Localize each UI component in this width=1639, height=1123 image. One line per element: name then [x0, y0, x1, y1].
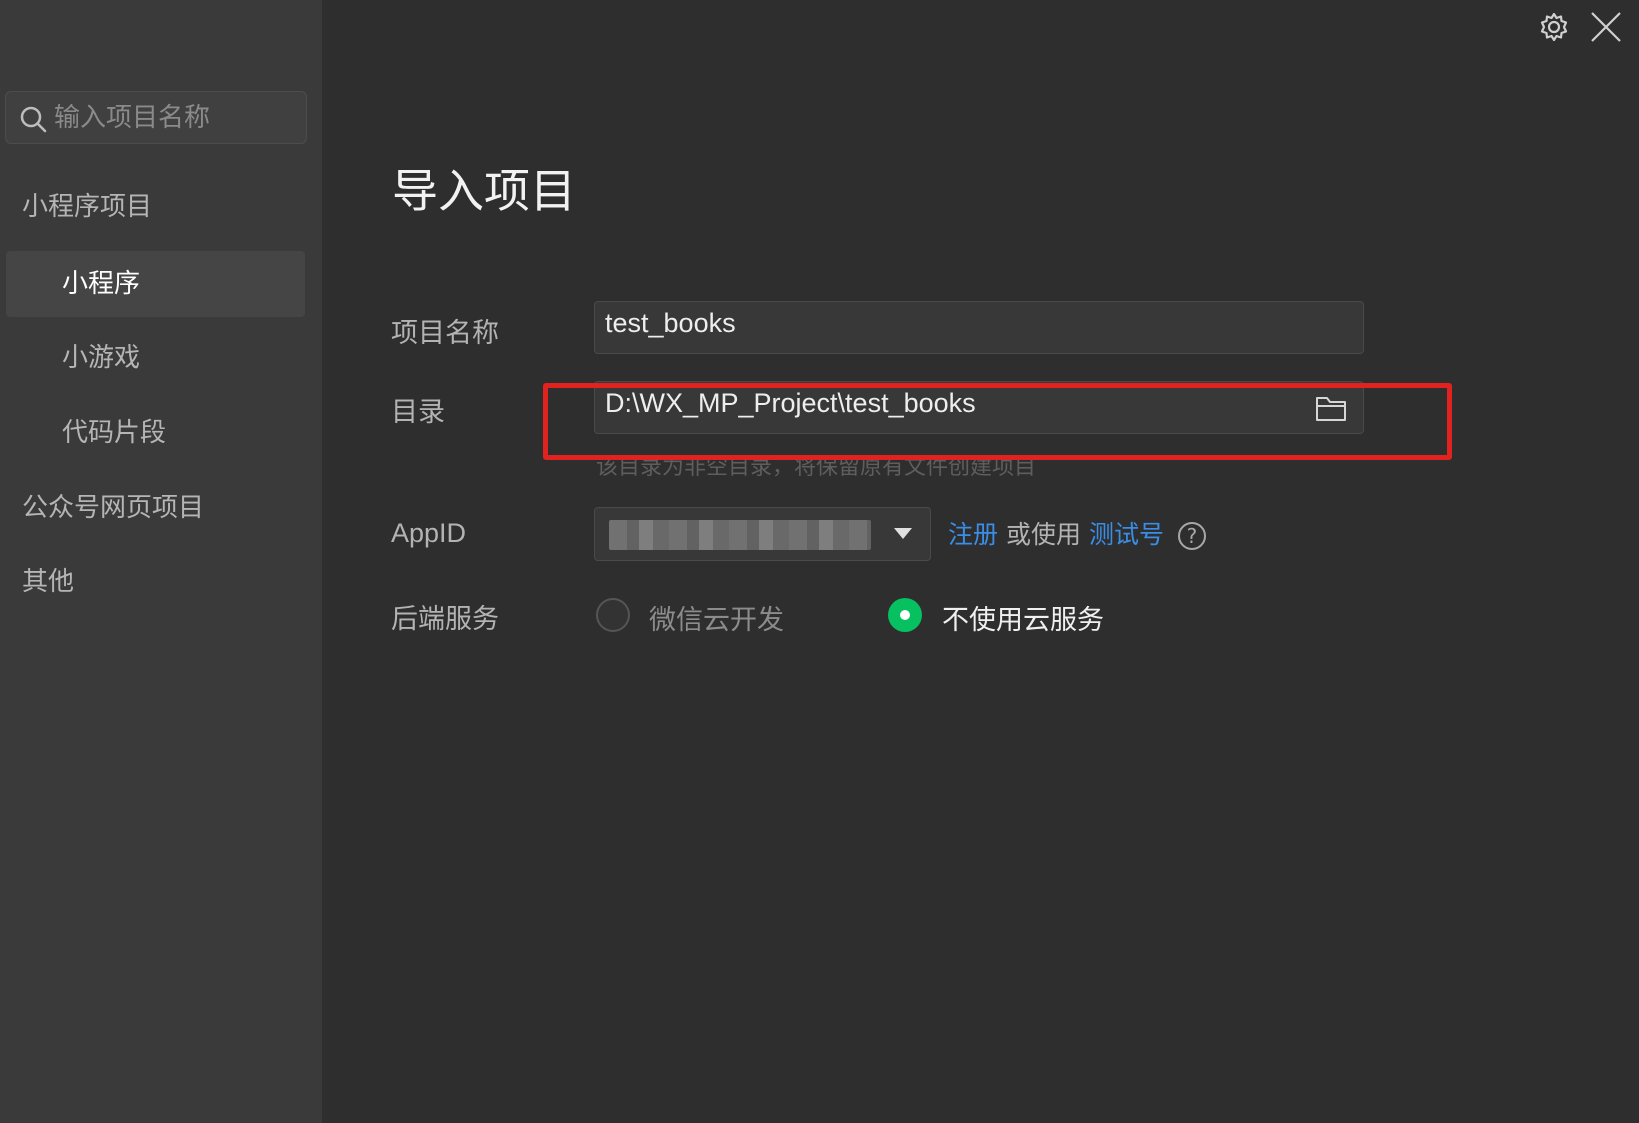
search-input[interactable]	[54, 100, 294, 136]
appid-select[interactable]	[594, 507, 931, 561]
directory-value: D:\WX_MP_Project\test_books	[605, 388, 976, 418]
search-icon	[20, 106, 47, 133]
sidebar-active-highlight	[6, 251, 305, 317]
help-icon[interactable]: ?	[1177, 522, 1206, 550]
sidebar: 小程序项目 小程序 小游戏 代码片段 公众号网页项目 其他	[0, 0, 322, 1123]
directory-hint: 该目录为非空目录，将保留原有文件创建项目	[596, 455, 1037, 480]
radio-no-cloud[interactable]	[888, 598, 922, 632]
sidebar-item-minigame[interactable]: 小游戏	[62, 340, 140, 376]
sidebar-group-official-account[interactable]: 公众号网页项目	[22, 490, 204, 526]
appid-label: AppID	[391, 518, 467, 548]
test-account-link[interactable]: 测试号	[1089, 520, 1164, 549]
radio-no-cloud-label[interactable]: 不使用云服务	[942, 598, 1104, 637]
directory-field[interactable]: D:\WX_MP_Project\test_books	[594, 381, 1364, 434]
sidebar-group-other[interactable]: 其他	[22, 564, 74, 600]
sidebar-item-code-snippet[interactable]: 代码片段	[62, 415, 166, 451]
folder-icon[interactable]	[1315, 394, 1347, 422]
chevron-down-icon[interactable]	[894, 528, 912, 539]
radio-cloud-dev[interactable]	[596, 598, 630, 632]
backend-label: 后端服务	[391, 604, 499, 635]
appid-blurred-value	[609, 520, 871, 550]
project-name-label: 项目名称	[391, 318, 499, 349]
or-use-text: 或使用	[1005, 520, 1081, 549]
gear-icon[interactable]	[1537, 10, 1571, 44]
sidebar-item-miniprogram[interactable]: 小程序	[62, 266, 140, 302]
appid-links: 注册 或使用 测试号 ?	[948, 515, 1206, 551]
directory-label: 目录	[391, 397, 445, 428]
search-box[interactable]	[5, 91, 307, 144]
project-name-field[interactable]: test_books	[594, 301, 1364, 354]
page-title: 导入项目	[392, 164, 576, 218]
register-link[interactable]: 注册	[948, 520, 998, 549]
radio-cloud-dev-label[interactable]: 微信云开发	[649, 598, 784, 637]
close-icon[interactable]	[1589, 10, 1623, 44]
project-name-value: test_books	[605, 308, 736, 338]
sidebar-group-miniprogram[interactable]: 小程序项目	[22, 189, 152, 225]
